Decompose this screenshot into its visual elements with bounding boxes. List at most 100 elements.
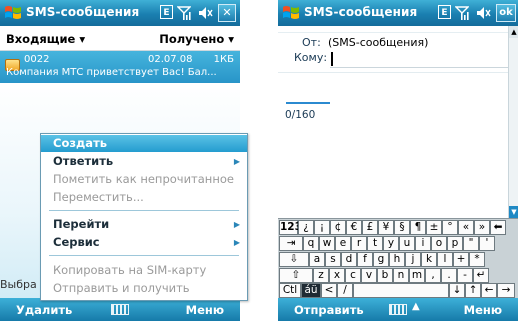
key[interactable]: 123	[279, 220, 302, 235]
scroll-up-icon[interactable]: ▲	[509, 26, 518, 38]
key[interactable]: w	[319, 236, 335, 251]
key[interactable]: a	[309, 252, 325, 267]
menu-item-label: Сервис	[53, 235, 100, 249]
delete-softkey[interactable]: Удалить	[16, 303, 72, 317]
volume-icon[interactable]	[475, 5, 491, 21]
key[interactable]: «	[458, 220, 474, 235]
key[interactable]: '	[479, 236, 495, 251]
key[interactable]: -	[457, 268, 473, 283]
key[interactable]: ↑	[465, 283, 481, 298]
close-button[interactable]: ✕	[218, 4, 236, 22]
key[interactable]: *	[469, 252, 485, 267]
key[interactable]: ↓	[449, 283, 465, 298]
key[interactable]: ¢	[330, 220, 346, 235]
from-label: От:	[302, 36, 321, 49]
send-softkey[interactable]: Отправить	[294, 303, 364, 317]
sort-dropdown[interactable]: Получено ▾	[159, 32, 234, 46]
key[interactable]: i	[415, 236, 431, 251]
key[interactable]: →	[497, 283, 515, 298]
key[interactable]: k	[421, 252, 437, 267]
key[interactable]: ¿	[298, 220, 314, 235]
context-menu: Создать Ответить ▶ Пометить как непрочита…	[40, 133, 248, 301]
key[interactable]: v	[361, 268, 377, 283]
divider	[278, 72, 508, 73]
menu-item-goto[interactable]: Перейти ▶	[41, 216, 247, 233]
key[interactable]: t	[367, 236, 383, 251]
key[interactable]: r	[351, 236, 367, 251]
menu-item-service[interactable]: Сервис ▶	[41, 234, 247, 251]
key[interactable]: /	[337, 283, 353, 298]
key[interactable]: l	[437, 252, 453, 267]
menu-separator	[49, 210, 239, 211]
key[interactable]: £	[362, 220, 378, 235]
key[interactable]: e	[335, 236, 351, 251]
to-field[interactable]	[330, 49, 510, 68]
windows-start-icon[interactable]	[3, 3, 23, 23]
key[interactable]: .	[441, 268, 457, 283]
key[interactable]: ↵	[473, 268, 489, 283]
vertical-scrollbar[interactable]: ▲ ▼	[508, 26, 518, 218]
key[interactable]: m	[409, 268, 425, 283]
menu-item-reply[interactable]: Ответить ▶	[41, 153, 247, 170]
key[interactable]: f	[357, 252, 373, 267]
space-key[interactable]	[353, 283, 449, 298]
key[interactable]: áü	[301, 283, 321, 298]
key[interactable]: x	[329, 268, 345, 283]
key[interactable]: b	[377, 268, 393, 283]
key[interactable]: ¶	[410, 220, 426, 235]
title-bar: SMS-сообщения E ok	[278, 0, 518, 26]
volume-icon[interactable]	[197, 5, 213, 21]
scroll-down-icon[interactable]: ▼	[509, 206, 518, 218]
key[interactable]: »	[474, 220, 490, 235]
key[interactable]: d	[341, 252, 357, 267]
key[interactable]: "	[463, 236, 479, 251]
key[interactable]: ⇥	[279, 236, 303, 251]
menu-item-create[interactable]: Создать	[41, 135, 247, 152]
key[interactable]: €	[346, 220, 362, 235]
key[interactable]: o	[431, 236, 447, 251]
menu-separator	[49, 255, 239, 256]
ok-button[interactable]: ok	[496, 4, 516, 22]
key[interactable]: ¡	[314, 220, 330, 235]
char-counter: 0/160	[285, 109, 316, 121]
key[interactable]: p	[447, 236, 463, 251]
key[interactable]: s	[325, 252, 341, 267]
folder-dropdown[interactable]: Входящие ▾	[6, 32, 85, 46]
menu-item-label: Создать	[53, 136, 108, 150]
key[interactable]: h	[389, 252, 405, 267]
key[interactable]: °	[442, 220, 458, 235]
key[interactable]: q	[303, 236, 319, 251]
key[interactable]: ←	[481, 283, 497, 298]
keyboard-icon[interactable]	[389, 304, 407, 315]
menu-item-label: Отправить и получить	[53, 281, 190, 295]
menu-softkey[interactable]: Меню	[464, 303, 502, 317]
windows-start-icon[interactable]	[281, 3, 301, 23]
key[interactable]: ±	[426, 220, 442, 235]
key[interactable]: z	[313, 268, 329, 283]
softkey-bar: Отправить ▲ Меню	[278, 298, 518, 321]
text-caret	[331, 52, 333, 66]
key[interactable]: u	[399, 236, 415, 251]
key[interactable]: ,	[425, 268, 441, 283]
edge-icon: E	[160, 5, 173, 19]
key[interactable]: ¥	[378, 220, 394, 235]
menu-item-label: Перейти	[53, 217, 110, 231]
key[interactable]: ⬅	[490, 220, 506, 235]
key[interactable]: c	[345, 268, 361, 283]
key[interactable]: n	[393, 268, 409, 283]
key[interactable]: <	[321, 283, 337, 298]
key[interactable]: j	[405, 252, 421, 267]
key[interactable]: y	[383, 236, 399, 251]
key[interactable]: Ctl	[279, 283, 301, 298]
chevron-up-icon[interactable]: ▲	[412, 301, 420, 312]
keyboard-icon[interactable]	[111, 304, 129, 315]
menu-softkey[interactable]: Меню	[186, 303, 224, 317]
key[interactable]: ⇧	[279, 268, 313, 283]
key[interactable]: g	[373, 252, 389, 267]
menu-item-label: Переместить...	[53, 190, 144, 204]
key[interactable]: §	[394, 220, 410, 235]
message-row[interactable]: 0022 02.07.08 1КБ Компания МТС приветств…	[0, 51, 240, 83]
key[interactable]: +	[453, 252, 469, 267]
divider	[278, 32, 508, 33]
key[interactable]: ⇩	[279, 252, 309, 267]
